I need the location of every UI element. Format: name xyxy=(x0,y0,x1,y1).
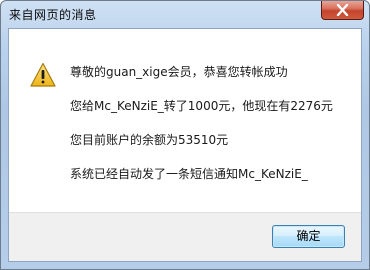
button-bar: 确定 xyxy=(9,212,361,261)
close-icon xyxy=(336,4,349,16)
message-area: 尊敬的guan_xige会员，恭喜您转帐成功 您给Mc_KeNziE_转了100… xyxy=(9,29,361,212)
warning-icon xyxy=(30,62,56,87)
message-line-3: 您目前账户的余额为53510元 xyxy=(70,133,229,147)
close-button[interactable] xyxy=(321,1,364,20)
title-bar[interactable]: 来自网页的消息 xyxy=(1,1,369,28)
window-title: 来自网页的消息 xyxy=(9,8,97,22)
message-line-4: 系统已经自动发了一条短信通知Mc_KeNziE_ xyxy=(70,167,308,181)
message-line-1: 尊敬的guan_xige会员，恭喜您转帐成功 xyxy=(70,65,288,79)
ok-button[interactable]: 确定 xyxy=(272,225,345,248)
message-line-2: 您给Mc_KeNziE_转了1000元，他现在有2276元 xyxy=(70,99,333,113)
dialog-window: 来自网页的消息 尊敬的guan_xige会员，恭喜您转帐成功 您给Mc_KeNz… xyxy=(0,0,370,270)
dialog-body: 尊敬的guan_xige会员，恭喜您转帐成功 您给Mc_KeNziE_转了100… xyxy=(8,28,362,262)
